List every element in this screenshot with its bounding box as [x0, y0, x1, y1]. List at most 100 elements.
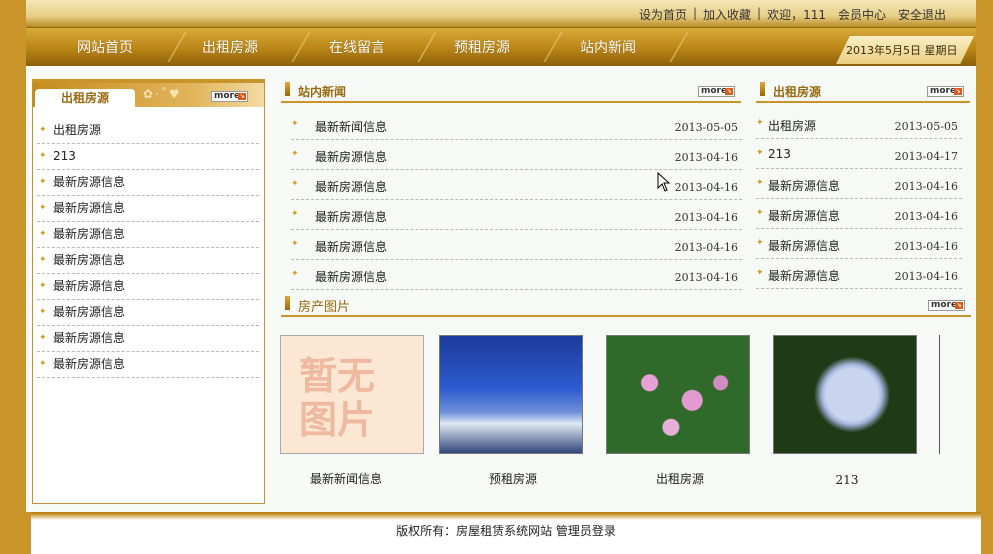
photos-title: 房产图片 — [298, 300, 351, 315]
rent-row[interactable]: ✦ 最新房源信息 2013-04-16 — [756, 199, 962, 229]
nav-guestbook[interactable]: 在线留言 — [329, 37, 385, 57]
list-item[interactable]: ✦ 最新房源信息 — [37, 300, 259, 326]
left-rent-panel: 出租房源 ✿·˚♥ more ↘ ✦ 出租房源 ✦ 213 ✦ 最新房源信息 ✦ 最新房源… — [32, 79, 265, 504]
news-row-date: 2013-05-05 — [674, 121, 738, 134]
bullet-icon: ✦ — [39, 359, 47, 369]
news-row[interactable]: ✦ 最新新闻信息 2013-05-05 — [291, 110, 742, 140]
rent-row-title: 最新房源信息 — [768, 269, 841, 283]
nav-pre-rent[interactable]: 预租房源 — [454, 37, 510, 57]
arrow-icon: ↘ — [238, 93, 246, 100]
rent-more-button[interactable]: more ↘ — [927, 86, 964, 97]
bullet-icon: ✦ — [39, 125, 47, 135]
news-header: 站内新闻 more ↘ — [281, 79, 741, 103]
news-row-title: 最新新闻信息 — [315, 120, 388, 134]
photo-caption[interactable]: 最新新闻信息 — [274, 470, 418, 487]
bullet-icon: ✦ — [39, 229, 47, 239]
bullet-icon: ✦ — [756, 118, 764, 128]
add-favorite-link[interactable]: 加入收藏 — [697, 6, 757, 23]
list-item-label: 213 — [53, 149, 76, 163]
list-item[interactable]: ✦ 最新房源信息 — [37, 196, 259, 222]
news-row-date: 2013-04-16 — [674, 241, 738, 254]
photo-hydrangea[interactable] — [773, 335, 917, 454]
more-label: more — [930, 86, 957, 96]
arrow-icon: ↘ — [955, 302, 963, 309]
bullet-icon: ✦ — [39, 307, 47, 317]
nav-home[interactable]: 网站首页 — [77, 37, 133, 57]
member-center-link[interactable]: 会员中心 — [832, 6, 892, 23]
nav-rent-listings[interactable]: 出租房源 — [202, 37, 258, 57]
rent-row-title: 最新房源信息 — [768, 239, 841, 253]
bullet-icon: ✦ — [291, 209, 299, 219]
bullet-icon: ✦ — [756, 178, 764, 188]
news-row[interactable]: ✦ 最新房源信息 2013-04-16 — [291, 170, 742, 200]
list-item[interactable]: ✦ 213 — [37, 144, 259, 170]
news-row-date: 2013-04-16 — [674, 271, 738, 284]
rent-row-date: 2013-05-05 — [894, 120, 958, 133]
news-row[interactable]: ✦ 最新房源信息 2013-04-16 — [291, 200, 742, 230]
list-item-label: 出租房源 — [53, 123, 102, 137]
rent-row[interactable]: ✦ 最新房源信息 2013-04-16 — [756, 229, 962, 259]
photo-caption[interactable]: 预租房源 — [441, 470, 585, 487]
news-row[interactable]: ✦ 最新房源信息 2013-04-16 — [291, 140, 742, 170]
list-item[interactable]: ✦ 出租房源 — [37, 118, 259, 144]
bullet-icon: ✦ — [291, 269, 299, 279]
list-item[interactable]: ✦ 最新房源信息 — [37, 248, 259, 274]
section-bar-icon — [760, 82, 765, 96]
rent-row[interactable]: ✦ 出租房源 2013-05-05 — [756, 109, 962, 139]
bullet-icon: ✦ — [39, 255, 47, 265]
list-item-label: 最新房源信息 — [53, 227, 126, 241]
more-label: more — [701, 86, 728, 96]
list-item-label: 最新房源信息 — [53, 175, 126, 189]
list-item[interactable]: ✦ 最新房源信息 — [37, 274, 259, 300]
list-item[interactable]: ✦ 最新房源信息 — [37, 170, 259, 196]
left-panel-header: 出租房源 ✿·˚♥ more ↘ — [33, 83, 264, 108]
more-label: more — [214, 91, 241, 101]
bullet-icon: ✦ — [291, 239, 299, 249]
list-item-label: 最新房源信息 — [53, 357, 126, 371]
rent-row-title: 最新房源信息 — [768, 209, 841, 223]
rent-row-title: 213 — [768, 147, 791, 161]
no-image-text: 图片 — [299, 398, 376, 442]
news-row-date: 2013-04-16 — [674, 211, 738, 224]
rent-title: 出租房源 — [773, 85, 822, 99]
set-homepage-link[interactable]: 设为首页 — [633, 6, 693, 23]
list-item-label: 最新房源信息 — [53, 279, 126, 293]
photos-more-button[interactable]: more ↘ — [928, 300, 965, 311]
rent-row-date: 2013-04-16 — [894, 270, 958, 283]
rent-row[interactable]: ✦ 213 2013-04-17 — [756, 139, 962, 169]
bullet-icon: ✦ — [39, 333, 47, 343]
rent-row[interactable]: ✦ 最新房源信息 2013-04-16 — [756, 259, 962, 289]
bullet-icon: ✦ — [756, 148, 764, 158]
list-item-label: 最新房源信息 — [53, 201, 126, 215]
bullet-icon: ✦ — [291, 179, 299, 189]
logout-link[interactable]: 安全退出 — [892, 6, 952, 23]
rent-row[interactable]: ✦ 最新房源信息 2013-04-16 — [756, 169, 962, 199]
photo-no-image[interactable]: 暂无 图片 — [280, 335, 424, 454]
no-image-text: 暂无 — [299, 354, 376, 398]
heart-decoration-icon: ✿·˚♥ — [143, 87, 182, 101]
list-item[interactable]: ✦ 最新房源信息 — [37, 352, 259, 378]
main-content: 出租房源 ✿·˚♥ more ↘ ✦ 出租房源 ✦ 213 ✦ 最新房源信息 ✦ 最新房源… — [26, 66, 976, 512]
photo-caption[interactable]: 出租房源 — [608, 470, 752, 487]
news-row[interactable]: ✦ 最新房源信息 2013-04-16 — [291, 260, 742, 290]
photo-caption[interactable]: 213 — [775, 473, 919, 487]
photo-frozen-forest[interactable] — [439, 335, 583, 454]
news-row-date: 2013-04-16 — [674, 181, 738, 194]
news-row[interactable]: ✦ 最新房源信息 2013-04-16 — [291, 230, 742, 260]
news-more-button[interactable]: more ↘ — [698, 86, 735, 97]
footer-text: 版权所有：房屋租赁系统网站 管理员登录 — [396, 524, 616, 538]
nav-news[interactable]: 站内新闻 — [580, 37, 636, 57]
more-button[interactable]: more ↘ — [211, 91, 248, 102]
news-row-title: 最新房源信息 — [315, 150, 388, 164]
list-item[interactable]: ✦ 最新房源信息 — [37, 222, 259, 248]
news-title: 站内新闻 — [298, 85, 347, 99]
photo-water-lilies[interactable] — [606, 335, 750, 454]
nav-divider — [543, 32, 563, 62]
news-row-date: 2013-04-16 — [674, 151, 738, 164]
section-bar-icon — [285, 296, 290, 310]
left-panel-title: 出租房源 — [35, 89, 135, 108]
photo-strip-edge — [939, 335, 940, 454]
rent-row-title: 出租房源 — [768, 119, 817, 133]
arrow-icon: ↘ — [954, 88, 962, 95]
list-item[interactable]: ✦ 最新房源信息 — [37, 326, 259, 352]
